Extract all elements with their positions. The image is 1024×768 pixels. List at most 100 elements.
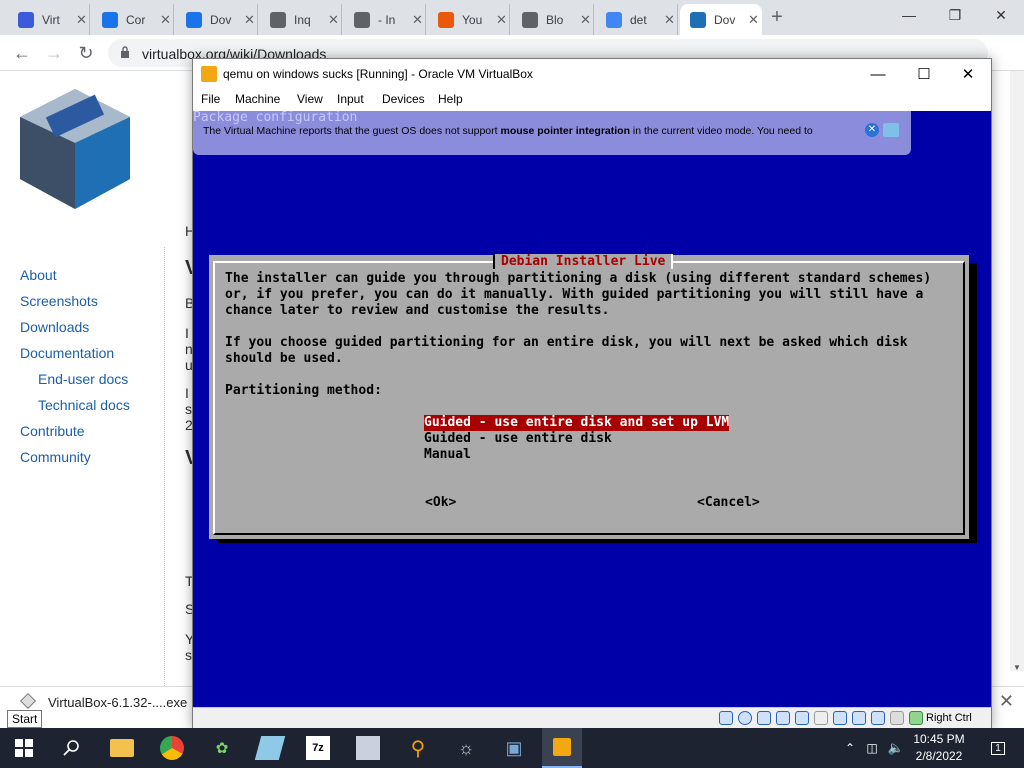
notice-message: The Virtual Machine reports that the gue… [203, 125, 813, 137]
close-tab-icon[interactable]: ✕ [496, 12, 507, 28]
paint-icon[interactable]: ☼ [454, 736, 478, 760]
keyboard-capture-icon[interactable] [909, 711, 923, 725]
network-icon[interactable] [776, 711, 790, 725]
audio-icon[interactable] [757, 711, 771, 725]
vbox-titlebar: qemu on windows sucks [Running] - Oracle… [193, 59, 991, 89]
close-notice-icon[interactable]: ✕ [865, 123, 879, 137]
vbox-menu-item[interactable]: Input [337, 92, 364, 106]
app-icon[interactable] [356, 736, 380, 760]
hard-disk-icon[interactable] [719, 711, 733, 725]
notifications-icon[interactable]: 1 [986, 736, 1010, 760]
virtualbox-app-icon [201, 66, 217, 82]
virtualization-icon[interactable] [871, 711, 885, 725]
network-tray-icon[interactable]: ◫ [860, 736, 884, 760]
close-icon[interactable]: ✕ [978, 0, 1024, 30]
partitioning-method-label: Partitioning method: [225, 383, 382, 398]
browser-tab[interactable]: Inq ✕ [260, 4, 342, 35]
close-tab-icon[interactable]: ✕ [412, 12, 423, 28]
installer-paragraph-2: If you choose guided partitioning for an… [225, 335, 908, 366]
vbox-menu-item[interactable]: Devices [382, 92, 425, 106]
reload-icon[interactable]: ↻ [74, 41, 98, 65]
virtualbox-icon [690, 11, 706, 28]
optical-drive-icon[interactable] [738, 711, 752, 725]
vm-display[interactable]: Package configuration The Virtual Machin… [193, 111, 991, 707]
page-scrollbar[interactable]: ▼ [1010, 71, 1024, 672]
close-tab-icon[interactable]: ✕ [664, 12, 675, 28]
magnifier-icon[interactable]: ⚲ [406, 736, 430, 760]
tab-title: Inq [294, 12, 311, 27]
7zip-icon[interactable]: 7z [306, 736, 330, 760]
chrome-icon[interactable] [160, 736, 184, 760]
mouse-integration-icon[interactable] [883, 123, 899, 137]
browser-tab[interactable]: Blo ✕ [512, 4, 594, 35]
search-icon[interactable] [60, 736, 84, 760]
nav-link[interactable]: Screenshots [20, 293, 98, 309]
tab-title: Dov [210, 12, 232, 27]
windows-start-icon[interactable] [12, 736, 36, 760]
vbox-menu-item[interactable]: Help [438, 92, 463, 106]
close-tab-icon[interactable]: ✕ [76, 12, 87, 28]
clock-date: 2/8/2022 [915, 749, 963, 763]
page-fragment: I [185, 325, 189, 341]
browser-tab[interactable]: You ✕ [428, 4, 510, 35]
close-tab-icon[interactable]: ✕ [328, 12, 339, 28]
nav-link[interactable]: Documentation [20, 345, 114, 361]
google-icon [606, 11, 622, 28]
recording-icon[interactable] [852, 711, 866, 725]
nav-link[interactable]: Technical docs [38, 397, 130, 413]
usb-icon[interactable] [795, 711, 809, 725]
ok-button[interactable]: <Ok> [425, 495, 456, 511]
partitioning-option[interactable]: Guided - use entire disk and set up LVM [424, 415, 730, 431]
vbox-menu-item[interactable]: File [201, 92, 220, 106]
nav-link[interactable]: End-user docs [38, 371, 128, 387]
tab-title: det [630, 12, 647, 27]
browser-tab[interactable]: det ✕ [596, 4, 678, 35]
vbox-close-icon[interactable]: ✕ [945, 59, 991, 89]
nav-link[interactable]: Community [20, 449, 91, 465]
nav-link[interactable]: About [20, 267, 57, 283]
installer-paragraph-1: The installer can guide you through part… [225, 271, 932, 318]
vbox-minimize-icon[interactable]: — [855, 59, 901, 89]
app-icon[interactable]: ✿ [210, 736, 234, 760]
vbox-menu-item[interactable]: Machine [235, 92, 280, 106]
mouse-integration-status-icon[interactable] [890, 711, 904, 725]
browser-tab[interactable]: Dov ✕ [680, 4, 762, 35]
restore-icon[interactable]: ❐ [932, 0, 978, 30]
close-tab-icon[interactable]: ✕ [748, 12, 759, 28]
display-icon[interactable] [833, 711, 847, 725]
volume-icon[interactable]: 🔈 [884, 736, 908, 760]
qemu-vm-taskbar-icon[interactable] [542, 728, 582, 768]
partitioning-option[interactable]: Guided - use entire disk [424, 431, 612, 447]
globe-icon [354, 11, 370, 28]
notepad-icon[interactable] [254, 736, 286, 760]
shared-folders-icon[interactable] [814, 711, 828, 725]
minimize-icon[interactable]: — [886, 0, 932, 30]
package-configuration-title: Package configuration [193, 111, 358, 125]
back-arrow-icon[interactable]: ← [10, 41, 34, 65]
download-filename[interactable]: VirtualBox-6.1.32-....exe [48, 695, 187, 710]
vbox-menu-item[interactable]: View [297, 92, 323, 106]
close-download-bar-icon[interactable]: ✕ [999, 691, 1014, 712]
browser-tab[interactable]: Virt ✕ [8, 4, 90, 35]
close-tab-icon[interactable]: ✕ [580, 12, 591, 28]
vbox-maximize-icon[interactable]: ☐ [901, 59, 947, 89]
browser-tab[interactable]: - In ✕ [344, 4, 426, 35]
browser-tab[interactable]: Cor ✕ [92, 4, 174, 35]
close-tab-icon[interactable]: ✕ [160, 12, 171, 28]
new-tab-button[interactable]: + [766, 6, 788, 28]
chevron-up-icon[interactable]: ⌃ [838, 736, 862, 760]
nav-link[interactable]: Contribute [20, 423, 85, 439]
tab-title: - In [378, 12, 396, 27]
file-explorer-icon[interactable] [110, 739, 134, 757]
close-tab-icon[interactable]: ✕ [244, 12, 255, 28]
installer-dialog: Debian Installer Live The installer can … [209, 254, 969, 539]
cancel-button[interactable]: <Cancel> [697, 495, 760, 511]
tab-title: Cor [126, 12, 146, 27]
virtualbox-logo [20, 89, 130, 209]
clock[interactable]: 10:45 PM 2/8/2022 [912, 731, 966, 765]
virtualbox-taskbar-icon[interactable]: ▣ [502, 736, 526, 760]
browser-tab[interactable]: Dov ✕ [176, 4, 258, 35]
forward-arrow-icon[interactable]: → [42, 41, 66, 65]
nav-link[interactable]: Downloads [20, 319, 89, 335]
partitioning-option[interactable]: Manual [424, 447, 471, 463]
